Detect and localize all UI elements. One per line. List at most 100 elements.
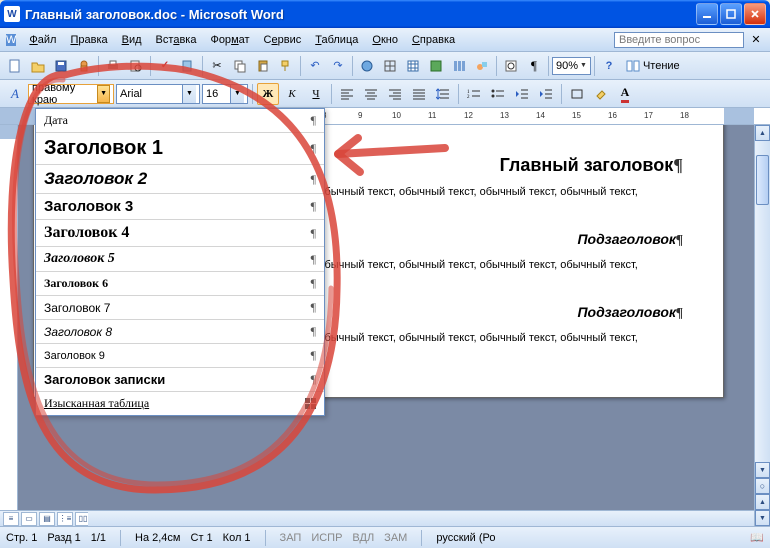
bullets-icon[interactable] xyxy=(487,83,509,105)
style-combo-dropdown-icon[interactable]: ▼ xyxy=(97,85,110,103)
outline-view-icon[interactable]: ⋮≡ xyxy=(57,512,73,526)
horizontal-scrollbar[interactable] xyxy=(88,510,754,526)
align-left-icon[interactable] xyxy=(336,83,358,105)
style-option-table[interactable]: Изысканная таблица xyxy=(36,392,324,415)
spellcheck-icon[interactable]: ✓ xyxy=(154,55,176,77)
align-right-icon[interactable] xyxy=(384,83,406,105)
style-option-h3[interactable]: Заголовок 3¶ xyxy=(36,194,324,220)
help-icon[interactable]: ? xyxy=(598,55,620,77)
open-icon[interactable] xyxy=(27,55,49,77)
save-icon[interactable] xyxy=(50,55,72,77)
style-option-h4[interactable]: Заголовок 4¶ xyxy=(36,220,324,247)
line-spacing-icon[interactable] xyxy=(432,83,454,105)
font-color-icon[interactable]: A xyxy=(614,83,636,105)
numbering-icon[interactable]: 12 xyxy=(463,83,485,105)
status-ext[interactable]: ВДЛ xyxy=(352,532,374,544)
vertical-scrollbar[interactable]: ▲ ▼ ○ ▲ ▼ xyxy=(754,125,770,526)
menubar: W Файл Правка Вид Вставка Формат Сервис … xyxy=(0,28,770,52)
copy-icon[interactable] xyxy=(229,55,251,77)
style-option-note[interactable]: Заголовок записки¶ xyxy=(36,368,324,392)
menu-tools[interactable]: Сервис xyxy=(257,32,309,48)
minimize-button[interactable] xyxy=(696,3,718,25)
tables-borders-icon[interactable] xyxy=(379,55,401,77)
scroll-up-icon[interactable]: ▲ xyxy=(755,125,770,141)
format-painter-icon[interactable] xyxy=(275,55,297,77)
show-formatting-icon[interactable]: ¶ xyxy=(523,55,545,77)
browse-object-icon[interactable]: ○ xyxy=(755,478,770,494)
font-size-combo[interactable]: 16 ▼ xyxy=(202,84,248,104)
highlight-icon[interactable] xyxy=(590,83,612,105)
reading-layout-button[interactable]: Чтение xyxy=(621,55,685,77)
style-option-date[interactable]: Дата¶ xyxy=(36,109,324,133)
paste-icon[interactable] xyxy=(252,55,274,77)
style-combo[interactable]: правому краю ▼ xyxy=(28,84,114,104)
menu-file[interactable]: Файл xyxy=(22,32,63,48)
menu-edit[interactable]: Правка xyxy=(63,32,114,48)
font-combo-dropdown-icon[interactable]: ▼ xyxy=(182,85,196,103)
vertical-ruler[interactable] xyxy=(0,125,18,526)
close-button[interactable] xyxy=(744,3,766,25)
print-icon[interactable] xyxy=(102,55,124,77)
word-app-icon: W xyxy=(4,6,20,22)
style-option-h5[interactable]: Заголовок 5¶ xyxy=(36,247,324,272)
cut-icon[interactable]: ✂ xyxy=(206,55,228,77)
undo-icon[interactable]: ↶ xyxy=(304,55,326,77)
decrease-indent-icon[interactable] xyxy=(511,83,533,105)
status-rec[interactable]: ЗАП xyxy=(280,532,302,544)
borders-icon[interactable] xyxy=(566,83,588,105)
italic-button[interactable]: К xyxy=(281,83,303,105)
size-combo-dropdown-icon[interactable]: ▼ xyxy=(230,85,244,103)
window-controls xyxy=(696,3,766,25)
status-trk[interactable]: ИСПР xyxy=(311,532,342,544)
scroll-thumb[interactable] xyxy=(756,155,769,205)
next-page-icon[interactable]: ▼ xyxy=(755,510,770,526)
underline-button[interactable]: Ч xyxy=(305,83,327,105)
status-section: Разд 1 xyxy=(47,532,80,544)
status-ovr[interactable]: ЗАМ xyxy=(384,532,407,544)
permission-icon[interactable] xyxy=(73,55,95,77)
menu-insert[interactable]: Вставка xyxy=(149,32,204,48)
style-option-h2[interactable]: Заголовок 2¶ xyxy=(36,165,324,194)
menu-format[interactable]: Формат xyxy=(203,32,256,48)
menu-view[interactable]: Вид xyxy=(115,32,149,48)
scroll-down-icon[interactable]: ▼ xyxy=(755,462,770,478)
insert-table-icon[interactable] xyxy=(402,55,424,77)
status-spellcheck-icon[interactable]: 📖 xyxy=(750,531,764,544)
menu-close-icon[interactable]: ✕ xyxy=(748,32,764,48)
help-search-input[interactable]: Введите вопрос xyxy=(614,32,744,48)
status-language[interactable]: русский (Ро xyxy=(436,532,495,544)
style-option-h6[interactable]: Заголовок 6¶ xyxy=(36,272,324,296)
align-justify-icon[interactable] xyxy=(408,83,430,105)
web-view-icon[interactable]: ▭ xyxy=(21,512,37,526)
styles-pane-icon[interactable]: A xyxy=(4,83,26,105)
menu-window[interactable]: Окно xyxy=(365,32,405,48)
zoom-combo[interactable]: 90%▼ xyxy=(552,57,591,75)
normal-view-icon[interactable]: ≡ xyxy=(3,512,19,526)
style-option-h7[interactable]: Заголовок 7¶ xyxy=(36,296,324,320)
hyperlink-icon[interactable] xyxy=(356,55,378,77)
window-title: Главный заголовок.doc - Microsoft Word xyxy=(25,7,696,22)
view-buttons: ≡ ▭ ▤ ⋮≡ ▯▯ xyxy=(0,510,94,526)
research-icon[interactable] xyxy=(177,55,199,77)
style-option-h8[interactable]: Заголовок 8¶ xyxy=(36,320,324,344)
print-view-icon[interactable]: ▤ xyxy=(39,512,55,526)
style-option-h9[interactable]: Заголовок 9¶ xyxy=(36,344,324,368)
doc-map-icon[interactable] xyxy=(500,55,522,77)
maximize-button[interactable] xyxy=(720,3,742,25)
drawing-icon[interactable] xyxy=(471,55,493,77)
menu-help[interactable]: Справка xyxy=(405,32,462,48)
new-doc-icon[interactable] xyxy=(4,55,26,77)
menu-table[interactable]: Таблица xyxy=(308,32,365,48)
font-combo[interactable]: Arial ▼ xyxy=(116,84,200,104)
status-page: Стр. 1 xyxy=(6,532,37,544)
excel-icon[interactable] xyxy=(425,55,447,77)
redo-icon[interactable]: ↷ xyxy=(327,55,349,77)
columns-icon[interactable] xyxy=(448,55,470,77)
increase-indent-icon[interactable] xyxy=(535,83,557,105)
prev-page-icon[interactable]: ▲ xyxy=(755,494,770,510)
formatting-toolbar: A правому краю ▼ Arial ▼ 16 ▼ Ж К Ч 12 A xyxy=(0,80,770,108)
print-preview-icon[interactable] xyxy=(125,55,147,77)
align-center-icon[interactable] xyxy=(360,83,382,105)
bold-button[interactable]: Ж xyxy=(257,83,279,105)
style-option-h1[interactable]: Заголовок 1¶ xyxy=(36,133,324,165)
